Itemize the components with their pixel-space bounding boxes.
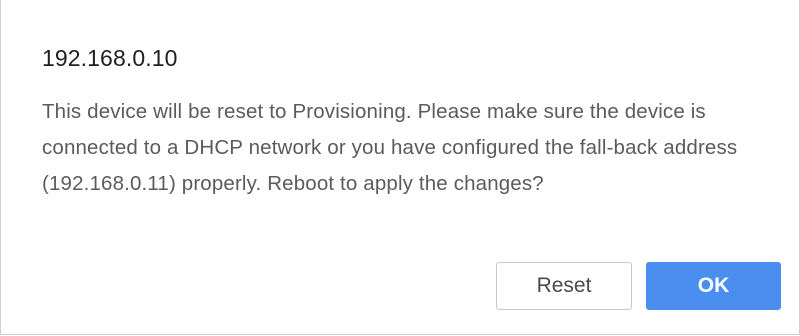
dialog-message: This device will be reset to Provisionin… xyxy=(42,100,738,195)
confirm-dialog: 192.168.0.10 This device will be reset t… xyxy=(0,0,800,335)
ok-button[interactable]: OK xyxy=(646,262,781,310)
dialog-title: 192.168.0.10 xyxy=(42,45,178,71)
reset-button[interactable]: Reset xyxy=(496,262,632,310)
